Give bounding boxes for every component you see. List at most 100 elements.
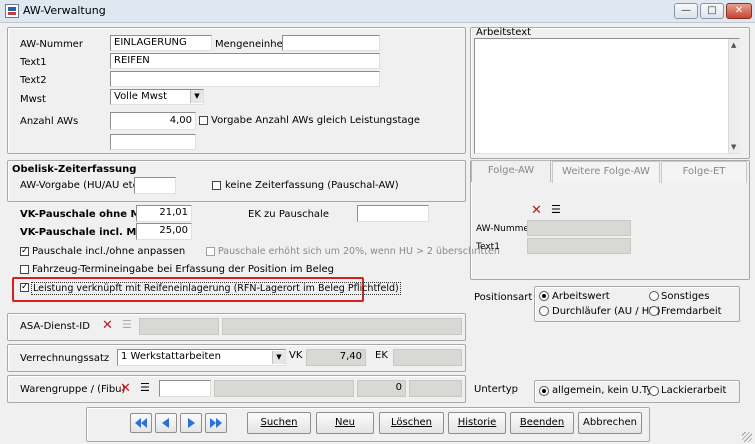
suchen-button[interactable]: Suchen	[247, 412, 311, 434]
positionsart-sonstiges-radio[interactable]	[649, 291, 659, 301]
extra-input[interactable]	[110, 134, 196, 150]
minimize-button[interactable]: —	[674, 3, 698, 19]
verrechnung-select[interactable]: 1 Werkstattarbeiten ▼	[117, 349, 286, 366]
list-icon[interactable]: ☰	[551, 204, 561, 215]
mwst-value: Volle Mwst	[114, 91, 168, 102]
keine-zeiterfassung-checkbox[interactable]	[212, 181, 221, 190]
double-left-arrow-icon	[135, 418, 147, 428]
vk-input[interactable]: 7,40	[306, 349, 366, 366]
chevron-down-icon[interactable]: ▼	[272, 351, 285, 364]
vk-ohne-input[interactable]: 21,01	[136, 205, 192, 222]
scroll-up-icon[interactable]: ▲	[731, 41, 736, 49]
vk-incl-input[interactable]: 25,00	[136, 223, 192, 240]
obelisk-title: Obelisk-Zeiterfassung	[12, 164, 137, 175]
previous-record-button[interactable]	[155, 413, 177, 433]
aw-nummer-label: AW-Nummer	[20, 39, 83, 50]
vorgabe-checkbox[interactable]	[199, 116, 208, 125]
first-record-button[interactable]	[130, 413, 152, 433]
fahrzeug-checkbox[interactable]	[20, 265, 29, 274]
leistung-checkbox[interactable]: ✓	[20, 283, 29, 292]
verrechnung-value: 1 Werkstattarbeiten	[121, 351, 221, 362]
warengruppe-label: Warengruppe / (Fibu)	[20, 384, 126, 395]
warengruppe-input[interactable]	[159, 380, 211, 397]
ek-input[interactable]	[393, 349, 462, 366]
list-icon[interactable]: ☰	[140, 382, 150, 393]
arbeitstext-scrollbar[interactable]: ▲ ▼	[728, 39, 740, 153]
pauschale-erhoeht-checkbox[interactable]	[206, 247, 215, 256]
resize-grip-icon[interactable]	[742, 432, 752, 442]
ek-pauschale-label: EK zu Pauschale	[248, 209, 329, 220]
keine-zeiterfassung-label: keine Zeiterfassung (Pauschal-AW)	[225, 180, 399, 191]
app-icon	[5, 4, 19, 18]
asa-text-input[interactable]	[222, 318, 462, 335]
warengruppe-text-input[interactable]	[214, 380, 354, 397]
title-bar: AW-Verwaltung — □ ✕	[0, 0, 755, 23]
tab-folge-et[interactable]: Folge-ET	[661, 161, 747, 183]
vorgabe-checkbox-label: Vorgabe Anzahl AWs gleich Leistungstage	[211, 115, 421, 126]
untertyp-lackierarbeit-radio[interactable]	[649, 386, 659, 396]
folge-aw-nummer-label: AW-Nummer	[476, 224, 533, 234]
window-title: AW-Verwaltung	[23, 4, 106, 17]
positionsart-durchlaeufer-label: Durchläufer (AU / HU)	[552, 306, 661, 317]
warengruppe-extra-input[interactable]	[409, 380, 462, 397]
left-arrow-icon	[162, 418, 169, 428]
positionsart-fremdarbeit-radio[interactable]	[649, 306, 659, 316]
ek-label: EK	[375, 350, 388, 361]
ek-pauschale-input[interactable]	[357, 205, 429, 222]
last-record-button[interactable]	[205, 413, 227, 433]
aw-nummer-input[interactable]: EINLAGERUNG	[110, 35, 212, 51]
tab-folge-aw[interactable]: Folge-AW	[471, 160, 551, 182]
mengeneinheit-label: Mengeneinheit	[215, 39, 290, 50]
mwst-label: Mwst	[20, 94, 46, 105]
warengruppe-number-input[interactable]: 0	[357, 380, 406, 397]
pauschale-anpassen-label: Pauschale incl./ohne anpassen	[32, 246, 186, 257]
x-icon[interactable]: ✕	[102, 319, 113, 332]
mwst-select[interactable]: Volle Mwst ▼	[110, 89, 204, 105]
untertyp-lackierarbeit-label: Lackierarbeit	[661, 385, 727, 396]
maximize-button[interactable]: □	[700, 3, 724, 19]
asa-id-input[interactable]	[139, 318, 219, 335]
historie-button[interactable]: Historie	[448, 412, 506, 434]
positionsart-arbeitswert-radio[interactable]	[539, 291, 549, 301]
abbrechen-button[interactable]: Abbrechen	[578, 412, 642, 434]
vk-label: VK	[289, 350, 303, 361]
neu-button[interactable]: Neu	[316, 412, 374, 434]
x-icon[interactable]: ✕	[120, 382, 131, 395]
positionsart-label: Positionsart	[474, 292, 533, 303]
aw-vorgabe-input[interactable]	[134, 177, 176, 194]
untertyp-label: Untertyp	[474, 384, 519, 395]
positionsart-sonstiges-label: Sonstiges	[661, 291, 710, 302]
asa-label: ASA-Dienst-ID	[20, 321, 90, 332]
untertyp-allgemein-radio[interactable]	[539, 386, 549, 396]
text2-label: Text2	[20, 75, 47, 86]
double-right-arrow-icon	[210, 418, 222, 428]
close-button[interactable]: ✕	[726, 3, 752, 19]
loeschen-button[interactable]: Löschen	[379, 412, 444, 434]
folge-aw-nummer-input[interactable]	[527, 220, 631, 236]
tab-weitere-folge-aw[interactable]: Weitere Folge-AW	[552, 161, 660, 183]
positionsart-durchlaeufer-radio[interactable]	[539, 306, 549, 316]
pauschale-erhoeht-label: Pauschale erhöht sich um 20%, wenn HU > …	[218, 246, 500, 257]
verrechnung-label: Verrechnungssatz	[20, 353, 110, 364]
text1-input[interactable]: REIFEN	[110, 53, 380, 69]
x-icon[interactable]: ✕	[531, 204, 542, 217]
anzahl-input[interactable]: 4,00	[110, 112, 196, 130]
text1-label: Text1	[20, 57, 47, 68]
arbeitstext-label: Arbeitstext	[476, 27, 532, 38]
pauschale-anpassen-checkbox[interactable]: ✓	[20, 247, 29, 256]
chevron-down-icon[interactable]: ▼	[190, 90, 203, 103]
leistung-label: Leistung verknüpft mit Reifeneinlagerung…	[31, 282, 401, 295]
text2-input[interactable]	[110, 71, 380, 87]
positionsart-arbeitswert-label: Arbeitswert	[552, 291, 610, 302]
next-record-button[interactable]	[180, 413, 202, 433]
fahrzeug-label: Fahrzeug-Termineingabe bei Erfassung der…	[32, 264, 335, 275]
right-arrow-icon	[188, 418, 195, 428]
folge-text1-label: Text1	[476, 242, 500, 252]
positionsart-fremdarbeit-label: Fremdarbeit	[661, 306, 722, 317]
scroll-down-icon[interactable]: ▼	[731, 143, 736, 151]
anzahl-label: Anzahl AWs	[20, 116, 79, 127]
beenden-button[interactable]: Beenden	[510, 412, 574, 434]
folge-text1-input[interactable]	[527, 238, 631, 254]
mengeneinheit-input[interactable]	[282, 35, 380, 51]
arbeitstext-textarea[interactable]	[474, 38, 740, 154]
